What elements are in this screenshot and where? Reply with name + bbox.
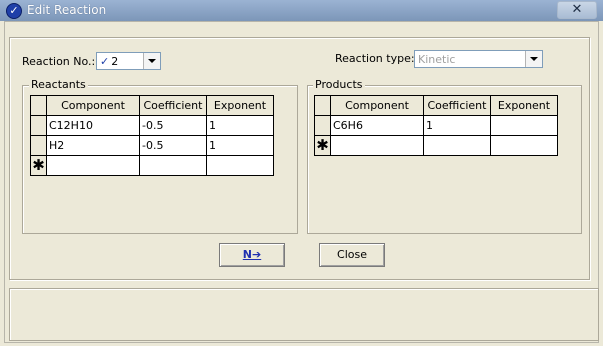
component-cell[interactable]: C6H6 (330, 115, 424, 136)
table-row[interactable]: C6H6 1 (314, 115, 558, 136)
component-cell[interactable] (330, 135, 424, 156)
edit-reaction-dialog: ✓ Edit Reaction ✕ Reaction No.: ✓ 2 React… (0, 0, 603, 346)
new-row-icon[interactable]: ✱ (30, 155, 47, 176)
reaction-no-value-wrap: ✓ 2 (100, 55, 118, 68)
reaction-type-label: Reaction type: (335, 52, 415, 65)
exponent-cell[interactable]: 1 (206, 135, 274, 156)
column-header-coefficient[interactable]: Coefficient (139, 95, 207, 116)
coefficient-cell[interactable]: -0.5 (139, 115, 207, 136)
exponent-cell[interactable] (490, 135, 558, 156)
reactants-title: Reactants (29, 78, 88, 91)
exponent-cell[interactable] (490, 115, 558, 136)
reaction-no-select[interactable]: ✓ 2 (96, 52, 161, 70)
new-row[interactable]: ✱ (314, 135, 558, 156)
corner-cell[interactable] (314, 95, 331, 116)
table-row[interactable]: H2 -0.5 1 (30, 135, 274, 156)
row-selector[interactable] (30, 115, 47, 136)
column-header-component[interactable]: Component (330, 95, 424, 116)
products-table[interactable]: Component Coefficient Exponent C6H6 1 ✱ (314, 95, 558, 156)
table-row[interactable]: C12H10 -0.5 1 (30, 115, 274, 136)
row-selector[interactable] (314, 115, 331, 136)
title-bar[interactable]: ✓ Edit Reaction ✕ (0, 0, 603, 21)
close-icon: ✕ (571, 2, 583, 17)
close-button-label: Close (337, 248, 367, 261)
chevron-down-icon[interactable] (143, 53, 160, 69)
checkmark-icon: ✓ (100, 55, 110, 68)
reaction-type-select[interactable]: Kinetic (414, 50, 543, 68)
reactants-header-row: Component Coefficient Exponent (30, 95, 274, 116)
column-header-component[interactable]: Component (46, 95, 140, 116)
reaction-no-label: Reaction No.: (22, 55, 96, 68)
exponent-cell[interactable]: 1 (206, 115, 274, 136)
column-header-coefficient[interactable]: Coefficient (423, 95, 491, 116)
reaction-frame: Reaction No.: ✓ 2 Reaction type: Kinetic … (9, 37, 590, 280)
coefficient-cell[interactable] (423, 135, 491, 156)
reaction-no-value: 2 (111, 55, 119, 68)
row-selector[interactable] (30, 135, 47, 156)
next-button[interactable]: N➔ (219, 243, 285, 267)
new-row-icon[interactable]: ✱ (314, 135, 331, 156)
products-title: Products (313, 78, 365, 91)
close-window-button[interactable]: ✕ (557, 1, 597, 19)
reaction-type-value: Kinetic (418, 53, 456, 66)
coefficient-cell[interactable] (139, 155, 207, 176)
component-cell[interactable]: H2 (46, 135, 140, 156)
app-icon: ✓ (6, 3, 22, 19)
component-cell[interactable]: C12H10 (46, 115, 140, 136)
status-bar (9, 288, 599, 341)
close-button[interactable]: Close (319, 243, 385, 267)
column-header-exponent[interactable]: Exponent (490, 95, 558, 116)
coefficient-cell[interactable]: 1 (423, 115, 491, 136)
new-row[interactable]: ✱ (30, 155, 274, 176)
reactants-table[interactable]: Component Coefficient Exponent C12H10 -0… (30, 95, 274, 176)
products-header-row: Component Coefficient Exponent (314, 95, 558, 116)
chevron-down-icon[interactable] (525, 51, 542, 67)
component-cell[interactable] (46, 155, 140, 176)
coefficient-cell[interactable]: -0.5 (139, 135, 207, 156)
corner-cell[interactable] (30, 95, 47, 116)
column-header-exponent[interactable]: Exponent (206, 95, 274, 116)
window-title: Edit Reaction (27, 3, 107, 17)
exponent-cell[interactable] (206, 155, 274, 176)
next-button-label: N➔ (242, 248, 262, 261)
